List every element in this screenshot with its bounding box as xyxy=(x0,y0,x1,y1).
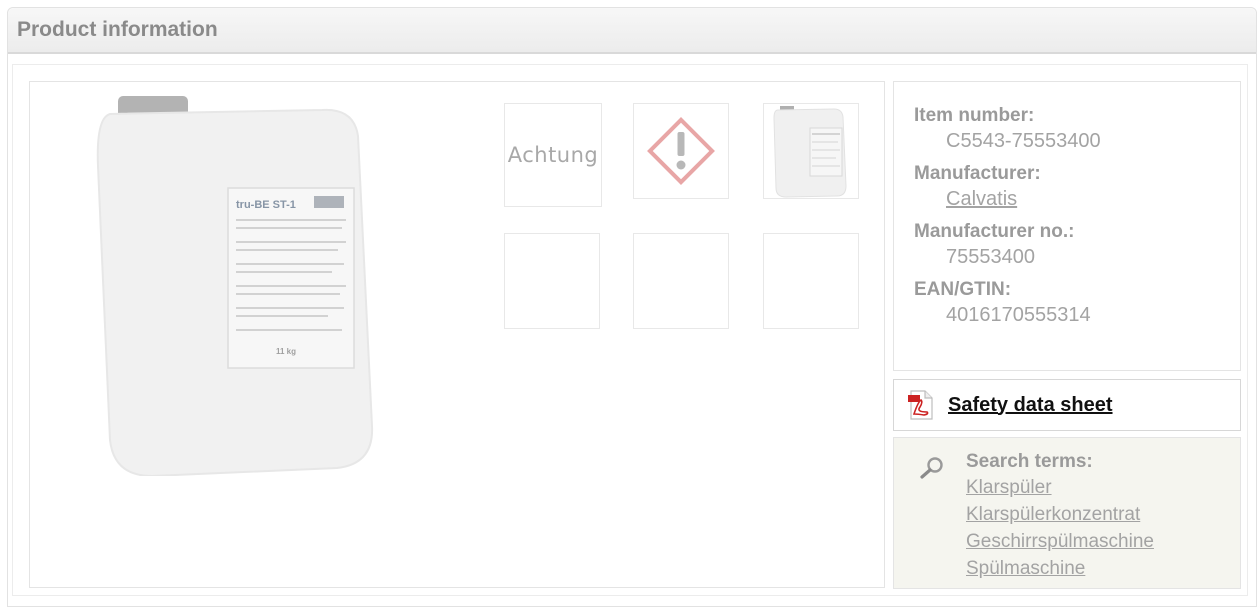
ean-label: EAN/GTIN: xyxy=(914,279,1012,300)
search-term-link[interactable]: Klarspülerkonzentrat xyxy=(966,501,1240,528)
canister-label-text: tru-BE ST-1 xyxy=(236,199,296,211)
canister-label xyxy=(227,187,355,369)
item-number-label: Item number: xyxy=(914,105,1035,126)
manufacturer-no-value: 75553400 xyxy=(946,246,1035,268)
manufacturer-link[interactable]: Calvatis xyxy=(946,188,1017,210)
manufacturer-label: Manufacturer: xyxy=(914,163,1041,184)
product-gallery: tru-BE ST-1 11 kg Achtung xyxy=(29,81,885,588)
thumbnail-empty-3[interactable] xyxy=(763,233,859,329)
search-icon xyxy=(920,457,943,479)
item-number-value: C5543-75553400 xyxy=(946,130,1101,152)
search-terms-list: Search terms: Klarspüler Klarspülerkonze… xyxy=(966,450,1240,582)
thumbnail-empty-1[interactable] xyxy=(504,233,600,329)
canister-weight: 11 kg xyxy=(276,347,296,356)
manufacturer-no-label: Manufacturer no.: xyxy=(914,221,1075,242)
search-terms-box: Search terms: Klarspüler Klarspülerkonze… xyxy=(893,437,1241,589)
pdf-icon xyxy=(908,390,933,420)
panel-title: Product information xyxy=(8,8,1256,54)
achtung-text: Achtung xyxy=(507,143,599,167)
manufacturer-value: Calvatis xyxy=(946,186,1240,212)
thumbnail-achtung[interactable]: Achtung xyxy=(504,103,602,207)
thumbnail-ghs-pictogram[interactable] xyxy=(633,103,729,199)
thumbnail-product[interactable] xyxy=(763,103,859,199)
product-details: Item number: C5543-75553400 Manufacturer… xyxy=(893,81,1241,371)
search-term-link[interactable]: Spülmaschine xyxy=(966,555,1240,582)
safety-data-sheet-box[interactable]: Safety data sheet xyxy=(893,379,1241,431)
canister-barcode xyxy=(314,196,344,208)
ghs-exclamation-icon xyxy=(647,117,715,185)
main-product-image[interactable]: tru-BE ST-1 11 kg xyxy=(92,96,392,476)
ean-value: 4016170555314 xyxy=(946,304,1091,326)
thumbnail-empty-2[interactable] xyxy=(633,233,729,329)
search-term-link[interactable]: Geschirrspülmaschine xyxy=(966,528,1240,555)
search-term-link[interactable]: Klarspüler xyxy=(966,474,1240,501)
safety-data-sheet-link[interactable]: Safety data sheet xyxy=(948,394,1113,417)
product-canister-thumbnail xyxy=(773,106,847,198)
search-terms-title: Search terms: xyxy=(966,451,1093,472)
